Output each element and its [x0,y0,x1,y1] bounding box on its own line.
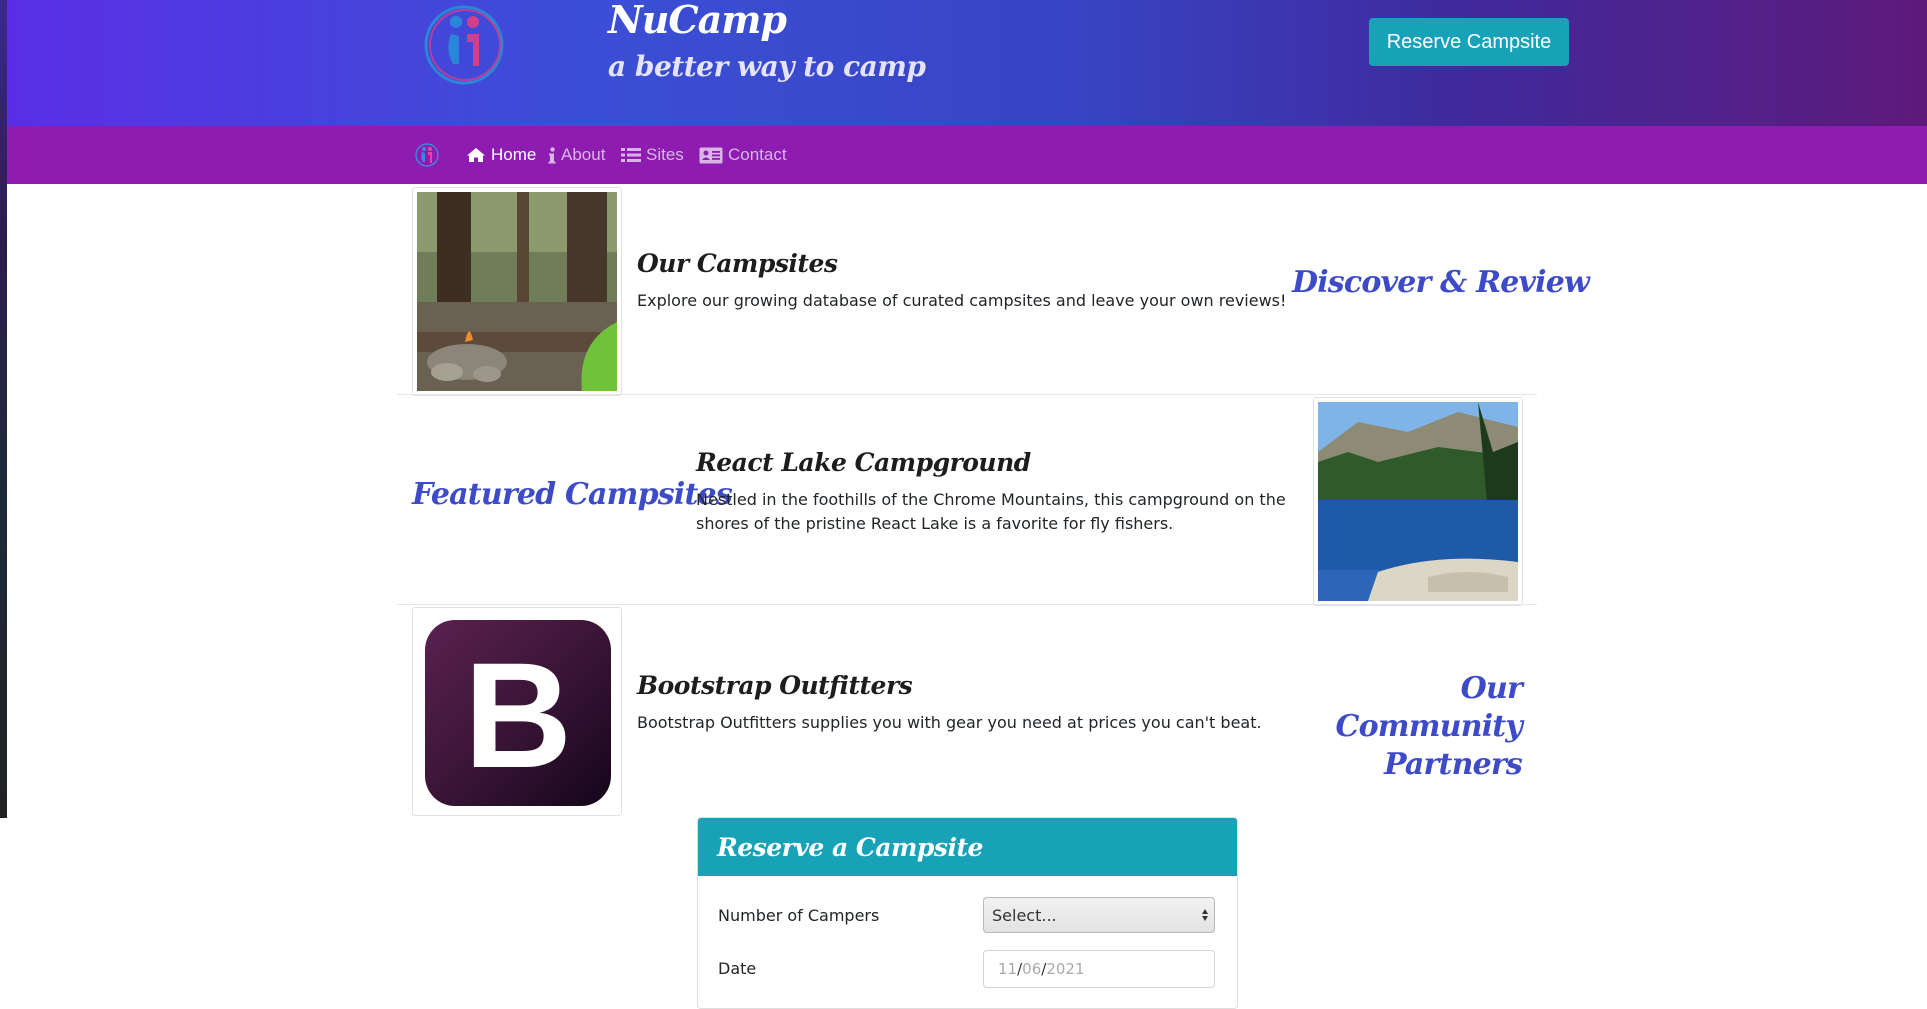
partner-image: B [412,607,622,816]
nucamp-logo [424,5,504,85]
nav-item-label: About [561,145,606,164]
date-label: Date [718,959,757,978]
side-heading-line: Partners [1383,747,1523,782]
campsite-image [412,187,622,396]
nav-item-about[interactable]: About [548,143,605,167]
row-divider [397,394,1537,395]
main-navbar: Home About Sites Contact [7,126,1927,184]
media-title: React Lake Campground [696,448,1031,477]
brand-subtitle: a better way to camp [608,50,926,83]
nav-item-home[interactable]: Home [466,143,536,167]
media-text: Nestled in the foothills of the Chrome M… [696,490,1286,509]
home-icon [466,147,486,163]
campground-image [1313,397,1523,606]
address-card-icon [699,147,723,164]
select-arrows-icon [1202,909,1208,921]
side-heading-line: Our Community [1335,671,1523,744]
side-heading: Our Community Partners [1322,670,1523,784]
window-edge-strip [0,0,7,818]
campfire-forest-photo [417,192,617,391]
campers-select-value: Select... [992,905,1057,925]
card-header: Reserve a Campsite [698,818,1237,876]
media-text: Bootstrap Outfitters supplies you with g… [637,713,1262,732]
media-text: Explore our growing database of curated … [637,291,1287,310]
campers-select[interactable]: Select... [983,897,1215,933]
info-icon [548,146,556,164]
bootstrap-logo-letter: B [464,631,572,799]
media-title: Our Campsites [637,249,838,278]
nav-item-label: Sites [646,145,684,164]
navbar-logo[interactable] [414,142,440,168]
reserve-campsite-button[interactable]: Reserve Campsite [1369,18,1569,66]
date-year: 2021 [1046,960,1085,978]
date-month: 11 [998,960,1018,978]
mountain-lake-photo [1318,402,1518,601]
nav-item-label: Contact [728,145,787,164]
date-day: 06 [1022,960,1042,978]
nav-item-sites[interactable]: Sites [621,143,684,167]
nav-item-contact[interactable]: Contact [699,143,787,167]
bootstrap-logo: B [425,620,611,806]
nav-item-label: Home [491,145,537,164]
list-icon [621,147,641,163]
brand-title: NuCamp [608,0,787,42]
side-heading: Featured Campsites [412,477,733,512]
campers-label: Number of Campers [718,906,880,925]
header-jumbotron: NuCamp a better way to camp Reserve Camp… [7,0,1927,126]
reserve-campsite-card: Reserve a Campsite Number of Campers Sel… [697,817,1238,1009]
date-field[interactable]: 11 / 06 / 2021 [983,950,1215,988]
media-text: shores of the pristine React Lake is a f… [696,514,1174,533]
media-title: Bootstrap Outfitters [637,671,913,700]
row-divider [397,604,1537,605]
side-heading: Discover & Review [1292,265,1590,300]
